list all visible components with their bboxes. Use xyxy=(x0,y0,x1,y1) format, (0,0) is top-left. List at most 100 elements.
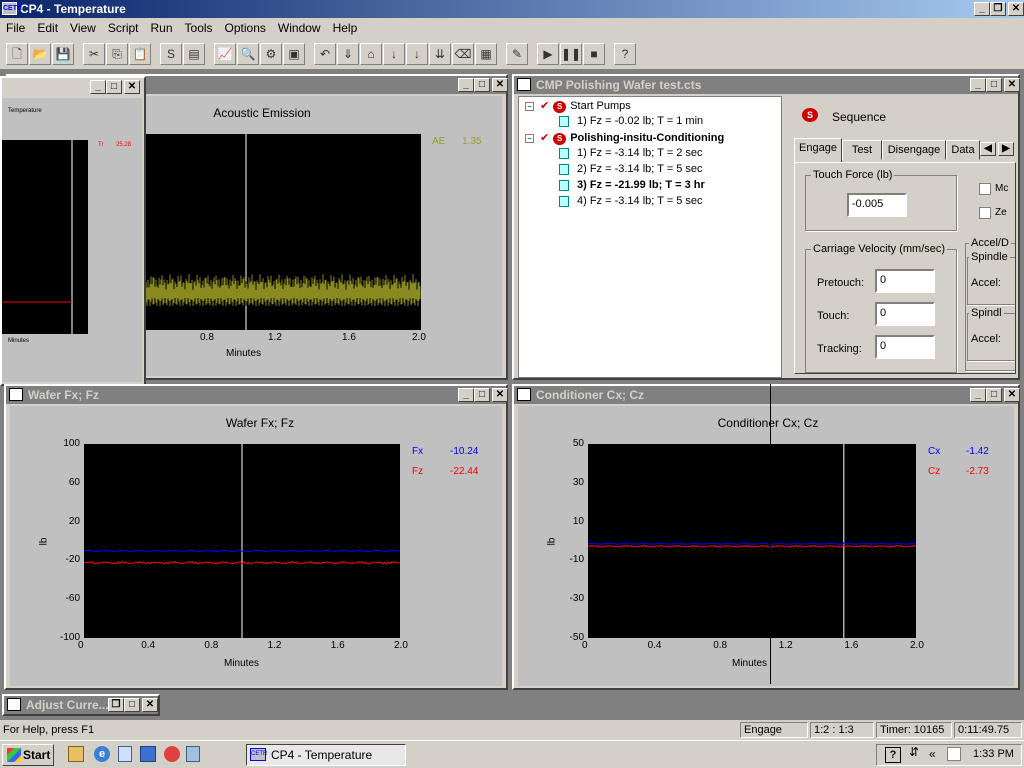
tree-node-sequence[interactable]: − ✔ S Start Pumps xyxy=(525,99,631,113)
save-icon[interactable]: 💾 xyxy=(52,43,74,65)
minimize-button[interactable]: _ xyxy=(974,2,990,16)
help-icon[interactable]: ? xyxy=(885,747,901,763)
down-icon[interactable]: ⇓ xyxy=(337,43,359,65)
down-count-icon[interactable]: ↓ xyxy=(383,43,405,65)
minimize-button[interactable]: _ xyxy=(90,80,106,94)
temperature-plot[interactable] xyxy=(2,140,88,334)
settings-icon[interactable]: ⚙ xyxy=(260,43,282,65)
paste-icon[interactable]: 📋 xyxy=(129,43,151,65)
app-icon[interactable]: CETR xyxy=(2,2,22,15)
menu-script[interactable]: Script xyxy=(102,21,145,35)
tree-node-step[interactable]: 1) Fz = -3.14 lb; T = 2 sec xyxy=(559,147,703,159)
touch-field[interactable]: 0 xyxy=(875,302,935,326)
tab-engage[interactable]: Engage xyxy=(794,138,842,162)
menu-options[interactable]: Options xyxy=(219,21,272,35)
tab-disengage[interactable]: Disengage xyxy=(882,140,946,160)
conditioner-plot[interactable] xyxy=(587,444,917,638)
app-icon[interactable] xyxy=(140,746,156,762)
restore-button[interactable]: ❐ xyxy=(108,698,124,712)
maximize-button[interactable]: □ xyxy=(986,78,1002,92)
menu-edit[interactable]: Edit xyxy=(31,21,64,35)
tab-scroll-left-icon[interactable]: ◀ xyxy=(980,142,996,156)
close-button[interactable]: ✕ xyxy=(492,78,508,92)
undo-icon[interactable]: ↶ xyxy=(314,43,336,65)
play-icon[interactable]: ▶ xyxy=(537,43,559,65)
browser-icon[interactable]: e xyxy=(94,746,110,762)
maximize-button[interactable]: □ xyxy=(124,698,140,712)
tracking-field[interactable]: 0 xyxy=(875,335,935,359)
wafer-plot[interactable] xyxy=(83,444,401,638)
media-icon[interactable] xyxy=(164,746,180,762)
tree-node-step[interactable]: 4) Fz = -3.14 lb; T = 5 sec xyxy=(559,195,703,207)
tab-scroll-right-icon[interactable]: ▶ xyxy=(998,142,1014,156)
maximize-button[interactable]: □ xyxy=(474,78,490,92)
close-button[interactable]: ✕ xyxy=(1004,388,1020,402)
tab-data[interactable]: Data xyxy=(946,140,980,160)
tree-node-step[interactable]: 1) Fz = -0.02 lb; T = 1 min xyxy=(559,115,703,127)
maximize-button[interactable]: □ xyxy=(474,388,490,402)
menu-view[interactable]: View xyxy=(64,21,102,35)
expand-icon[interactable]: − xyxy=(525,102,534,111)
checkbox-1[interactable] xyxy=(979,183,991,195)
sequence-window-title[interactable]: CMP Polishing Wafer test.cts xyxy=(514,76,1018,94)
tree-node-sequence[interactable]: − ✔ S Polishing-insitu-Conditioning xyxy=(525,131,724,145)
pretouch-field[interactable]: 0 xyxy=(875,269,935,293)
minimize-button[interactable]: _ xyxy=(970,388,986,402)
menu-help[interactable]: Help xyxy=(327,21,364,35)
tree-node-step[interactable]: 2) Fz = -3.14 lb; T = 5 sec xyxy=(559,163,703,175)
down-arrow-icon[interactable]: ↓ xyxy=(406,43,428,65)
close-button[interactable]: ✕ xyxy=(492,388,508,402)
touch-force-field[interactable]: -0.005 xyxy=(847,193,907,217)
adjust-current-minimized[interactable]: Adjust Curre... ❐ □ ✕ xyxy=(2,694,160,716)
close-button[interactable]: ✕ xyxy=(1008,2,1024,16)
copy-icon[interactable]: ⎘ xyxy=(106,43,128,65)
close-button[interactable]: ✕ xyxy=(1004,78,1020,92)
acoustic-plot[interactable] xyxy=(145,134,421,330)
maximize-button[interactable]: □ xyxy=(106,80,122,94)
zoom-icon[interactable]: 🔍 xyxy=(237,43,259,65)
down-many-icon[interactable]: ⇊ xyxy=(429,43,451,65)
expand-icon[interactable]: − xyxy=(525,134,534,143)
close-button[interactable]: ✕ xyxy=(124,80,140,94)
tray-app-icon[interactable] xyxy=(947,747,961,761)
menu-window[interactable]: Window xyxy=(272,21,327,35)
maximize-button[interactable]: □ xyxy=(986,388,1002,402)
menu-tools[interactable]: Tools xyxy=(179,21,219,35)
weight-icon[interactable]: ⌂ xyxy=(360,43,382,65)
minimize-button[interactable]: _ xyxy=(458,388,474,402)
edit-icon[interactable]: ✎ xyxy=(506,43,528,65)
document-icon[interactable]: ▤ xyxy=(183,43,205,65)
minimize-button[interactable]: _ xyxy=(970,78,986,92)
close-button[interactable]: ✕ xyxy=(142,698,158,712)
eraser-icon[interactable]: ⌫ xyxy=(452,43,474,65)
conditioner-window-title[interactable]: Conditioner Cx; Cz xyxy=(514,386,1018,404)
sequence-icon[interactable]: S xyxy=(160,43,182,65)
document-icon[interactable] xyxy=(186,746,200,762)
sequence-tree[interactable]: − ✔ S Start Pumps 1) Fz = -0.02 lb; T = 1 mi… xyxy=(518,96,782,378)
checkbox-2[interactable] xyxy=(979,207,991,219)
menu-run[interactable]: Run xyxy=(145,21,179,35)
tree-node-step[interactable]: 3) Fz = -21.99 lb; T = 3 hr xyxy=(559,179,705,191)
clock[interactable]: 1:33 PM xyxy=(973,748,1014,760)
open-icon[interactable]: 📂 xyxy=(29,43,51,65)
expand-tray-icon[interactable]: « xyxy=(929,747,936,761)
tab-test[interactable]: Test xyxy=(842,140,882,160)
new-icon[interactable]: 🗋 xyxy=(6,43,28,65)
restore-button[interactable]: ❐ xyxy=(990,2,1006,16)
minimize-button[interactable]: _ xyxy=(458,78,474,92)
stop-icon[interactable]: ■ xyxy=(583,43,605,65)
wafer-window-title[interactable]: Wafer Fx; Fz xyxy=(6,386,506,404)
menu-file[interactable]: File xyxy=(0,21,31,35)
start-button[interactable]: Start xyxy=(2,744,54,766)
pause-icon[interactable]: ❚❚ xyxy=(560,43,582,65)
help-icon[interactable]: ? xyxy=(614,43,636,65)
task-cp4[interactable]: CETR CP4 - Temperature xyxy=(246,744,406,766)
grid-icon[interactable]: ▦ xyxy=(475,43,497,65)
chart-icon[interactable]: 📈 xyxy=(214,43,236,65)
network-icon[interactable]: ⇵ xyxy=(909,745,919,759)
notepad-icon[interactable] xyxy=(118,746,132,762)
image-icon[interactable]: ▣ xyxy=(283,43,305,65)
folder-icon[interactable] xyxy=(68,746,84,762)
temperature-window-title[interactable] xyxy=(2,78,144,96)
cut-icon[interactable]: ✂ xyxy=(83,43,105,65)
